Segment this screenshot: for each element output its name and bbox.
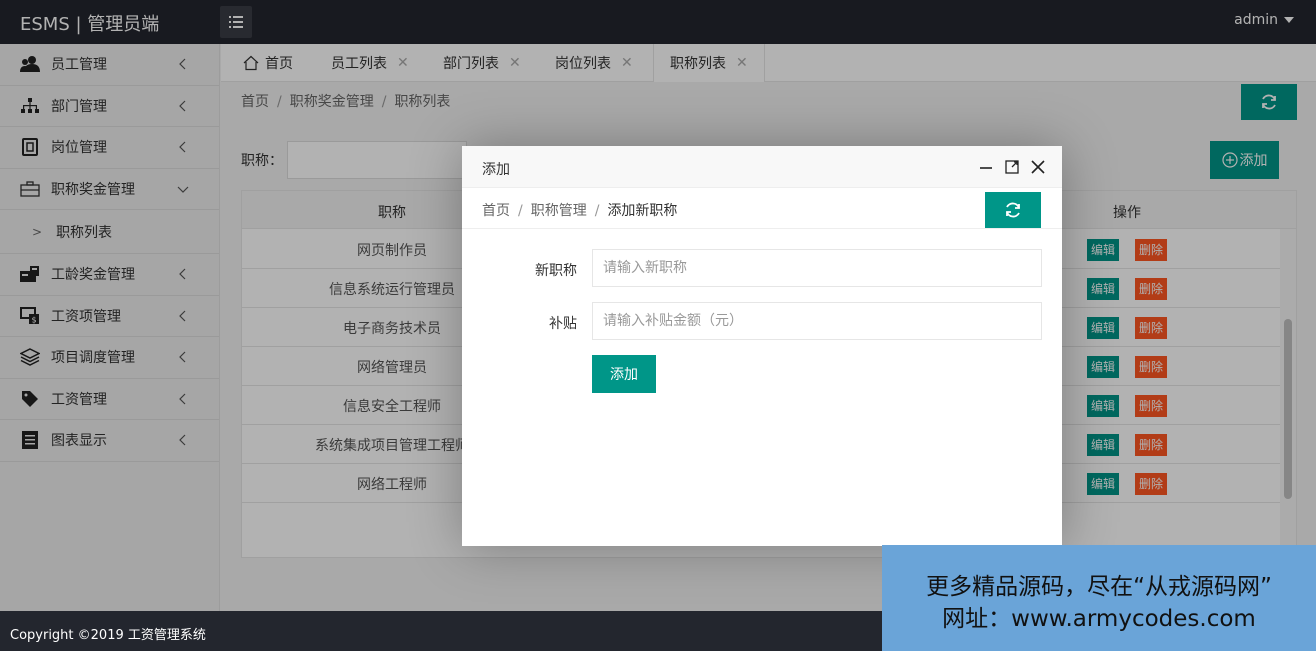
dialog-breadcrumb: 首页 / 职称管理 / 添加新职称 bbox=[482, 203, 678, 219]
minimize-icon[interactable] bbox=[978, 159, 994, 175]
new-title-input[interactable] bbox=[592, 249, 1042, 287]
dialog-refresh-button[interactable] bbox=[985, 192, 1041, 228]
dialog-title: 添加 bbox=[482, 162, 510, 178]
refresh-icon bbox=[1006, 202, 1020, 218]
watermark-banner: 更多精品源码，尽在“从戎源码网” 网址：www.armycodes.com bbox=[882, 545, 1316, 651]
dialog-divider bbox=[462, 228, 1062, 229]
new-title-label: 新职称 bbox=[535, 263, 577, 279]
add-title-dialog: 添加 首页/职称管理/添加新职称 新职称 补贴 添加 bbox=[462, 146, 1062, 546]
watermark-line2: 网址：www.armycodes.com bbox=[942, 606, 1256, 632]
close-icon[interactable] bbox=[1030, 159, 1046, 175]
watermark-line1: 更多精品源码，尽在“从戎源码网” bbox=[926, 574, 1272, 600]
copyright-text: Copyright ©2019 工资管理系统 bbox=[10, 628, 206, 643]
breadcrumb-item[interactable]: 职称管理 bbox=[531, 203, 587, 219]
submit-add-button[interactable]: 添加 bbox=[592, 355, 656, 393]
breadcrumb-item[interactable]: 首页 bbox=[482, 203, 510, 219]
breadcrumb-item: 添加新职称 bbox=[607, 203, 678, 219]
allowance-input[interactable] bbox=[592, 302, 1042, 340]
maximize-icon[interactable] bbox=[1004, 159, 1020, 175]
allowance-label: 补贴 bbox=[549, 316, 577, 332]
dialog-titlebar: 添加 bbox=[462, 146, 1062, 188]
